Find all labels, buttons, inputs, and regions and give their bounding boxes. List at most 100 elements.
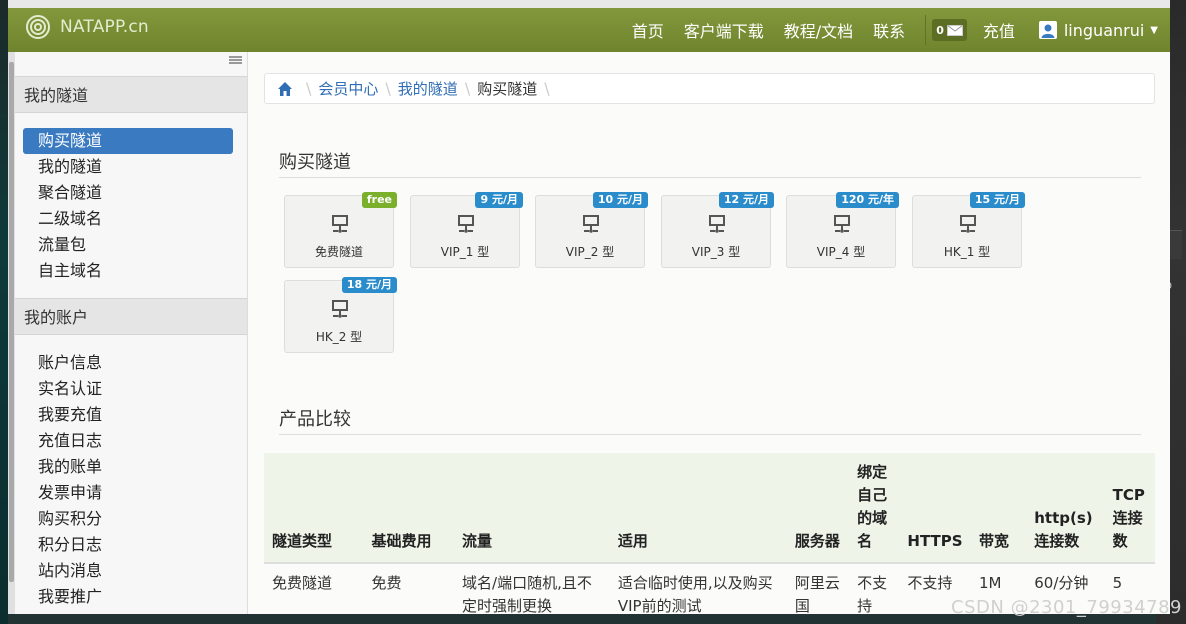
tile-vip2[interactable]: VIP_2 型 10 元/月 [535, 192, 648, 268]
breadcrumb: \ 会员中心 \ 我的隧道 \ 购买隧道 \ [264, 73, 1155, 104]
sidebar-tunnel-items: 购买隧道 我的隧道 聚合隧道 二级域名 流量包 自主域名 [23, 128, 233, 284]
sidebar-scrollbar[interactable] [8, 52, 15, 614]
breadcrumb-my-tunnels[interactable]: 我的隧道 [398, 78, 458, 99]
sidebar-collapse-icon[interactable] [229, 56, 242, 64]
sidebar-item-account-info[interactable]: 账户信息 [23, 350, 233, 376]
section-divider [279, 177, 1141, 178]
breadcrumb-separator: \ [544, 79, 550, 98]
sidebar-item-buy-points[interactable]: 购买积分 [23, 506, 233, 532]
tile-free-tunnel[interactable]: 免费隧道 free [284, 192, 397, 268]
sidebar-item-traffic-pack[interactable]: 流量包 [23, 232, 233, 258]
breadcrumb-member-center[interactable]: 会员中心 [318, 78, 378, 99]
section-divider [279, 434, 1141, 435]
sidebar-item-aggregate-tunnel[interactable]: 聚合隧道 [23, 180, 233, 206]
server-icon [332, 215, 348, 233]
browser-window: NATAPP.cn 首页 客户端下载 教程/文档 联系 0 充值 linguan… [8, 0, 1170, 614]
sidebar-item-recharge[interactable]: 我要充值 [23, 402, 233, 428]
server-icon [332, 300, 348, 318]
col-traffic: 流量 [454, 453, 610, 564]
sidebar-item-my-bills[interactable]: 我的账单 [23, 454, 233, 480]
brand-name: NATAPP.cn [60, 17, 149, 37]
sidebar-item-referral[interactable]: 我要推广 [23, 584, 233, 610]
nav-client-download[interactable]: 客户端下载 [684, 18, 764, 42]
sidebar-item-invoice[interactable]: 发票申请 [23, 480, 233, 506]
sidebar-item-verification[interactable]: 实名认证 [23, 376, 233, 402]
tile-hk1[interactable]: HK_1 型 15 元/月 [912, 192, 1025, 268]
price-badge: 12 元/月 [718, 192, 774, 208]
envelope-icon [946, 24, 963, 36]
sidebar-item-recharge-log[interactable]: 充值日志 [23, 428, 233, 454]
tile-label: HK_1 型 [943, 245, 991, 259]
server-icon [834, 215, 850, 233]
nav-contact[interactable]: 联系 [873, 18, 905, 42]
sidebar-item-messages[interactable]: 站内消息 [23, 558, 233, 584]
home-icon[interactable] [277, 81, 293, 97]
tile-label: 免费隧道 [314, 245, 363, 259]
server-icon [583, 215, 599, 233]
sidebar: 我的隧道 购买隧道 我的隧道 聚合隧道 二级域名 流量包 自主域名 我的账户 账… [8, 52, 248, 614]
brand-logo[interactable]: NATAPP.cn [26, 15, 149, 39]
tile-label: VIP_3 型 [691, 245, 741, 259]
sidebar-item-my-tunnels[interactable]: 我的隧道 [23, 154, 233, 180]
col-use-case: 适用 [609, 453, 787, 564]
breadcrumb-separator: \ [385, 79, 391, 98]
main-content: \ 会员中心 \ 我的隧道 \ 购买隧道 \ 购买隧道 免费隧道 free VI… [248, 52, 1170, 614]
price-badge: 10 元/月 [592, 192, 648, 208]
col-bandwidth: 带宽 [970, 453, 1027, 564]
breadcrumb-separator: \ [306, 79, 312, 98]
csdn-watermark: CSDN @2301_79934789 [951, 597, 1182, 618]
logo-icon [26, 15, 50, 39]
col-https: HTTPS [899, 453, 971, 564]
price-badge: 9 元/月 [475, 192, 523, 208]
window-top-strip [8, 0, 1170, 8]
username: linguanrui [1063, 20, 1145, 40]
breadcrumb-separator: \ [464, 79, 471, 98]
price-badge: 18 元/月 [341, 277, 397, 293]
sidebar-item-buy-tunnel[interactable]: 购买隧道 [23, 128, 233, 154]
server-icon [709, 215, 725, 233]
server-icon [458, 215, 474, 233]
comparison-table: 隧道类型 基础费用 流量 适用 服务器 绑定自己的域名 HTTPS 带宽 htt… [264, 453, 1155, 614]
sidebar-item-subdomain[interactable]: 二级域名 [23, 206, 233, 232]
cell-base-fee: 免费 [371, 574, 402, 592]
tile-vip3[interactable]: VIP_3 型 12 元/月 [661, 192, 774, 268]
sidebar-section-account[interactable]: 我的账户 [15, 298, 247, 335]
col-tunnel-type: 隧道类型 [264, 453, 364, 564]
cell-tunnel-type: 免费隧道 [272, 574, 333, 592]
tile-vip1[interactable]: VIP_1 型 9 元/月 [410, 192, 523, 268]
nav-recharge[interactable]: 充值 [983, 18, 1015, 42]
tile-label: VIP_2 型 [565, 245, 615, 259]
tile-hk2[interactable]: HK_2 型 18 元/月 [284, 277, 397, 353]
sidebar-section-tunnels[interactable]: 我的隧道 [15, 76, 247, 113]
compare-section-title: 产品比较 [279, 409, 351, 430]
buy-section-title: 购买隧道 [279, 152, 351, 173]
cell-bind-domain: 不支持 [857, 574, 888, 614]
nav-home[interactable]: 首页 [632, 18, 664, 42]
nav-divider [925, 15, 927, 45]
col-http-conn: http(s)连接数 [1026, 453, 1105, 564]
messages-button[interactable]: 0 [932, 19, 967, 41]
scrollbar-thumb[interactable] [9, 62, 14, 582]
cell-use-case: 适合临时使用,以及购买VIP前的测试 [617, 574, 773, 614]
sidebar-account-items: 账户信息 实名认证 我要充值 充值日志 我的账单 发票申请 购买积分 积分日志 … [23, 350, 233, 610]
breadcrumb-current: 购买隧道 [477, 80, 538, 98]
col-bind-domain: 绑定自己的域名 [849, 453, 900, 564]
price-badge: 15 元/月 [969, 192, 1025, 208]
desktop-background-left [0, 0, 8, 624]
col-tcp-conn: TCP连接数 [1104, 453, 1155, 564]
server-icon [960, 215, 976, 233]
table-header-row: 隧道类型 基础费用 流量 适用 服务器 绑定自己的域名 HTTPS 带宽 htt… [264, 453, 1155, 564]
tile-label: HK_2 型 [315, 330, 363, 344]
nav-docs[interactable]: 教程/文档 [784, 18, 853, 42]
price-badge: free [361, 192, 397, 208]
nav-links: 首页 客户端下载 教程/文档 联系 0 充值 linguanrui ▼ [622, 8, 1170, 52]
sidebar-item-points-log[interactable]: 积分日志 [23, 532, 233, 558]
col-server: 服务器 [786, 453, 850, 564]
cell-server: 阿里云国 [794, 574, 840, 614]
user-menu[interactable]: linguanrui ▼ [1038, 20, 1158, 40]
top-navbar: NATAPP.cn 首页 客户端下载 教程/文档 联系 0 充值 linguan… [8, 8, 1170, 52]
cell-traffic: 域名/端口随机,且不定时强制更换 [462, 574, 592, 614]
sidebar-item-custom-domain[interactable]: 自主域名 [23, 258, 233, 284]
tile-label: VIP_1 型 [440, 245, 490, 259]
tile-vip4[interactable]: VIP_4 型 120 元/年 [786, 192, 899, 268]
